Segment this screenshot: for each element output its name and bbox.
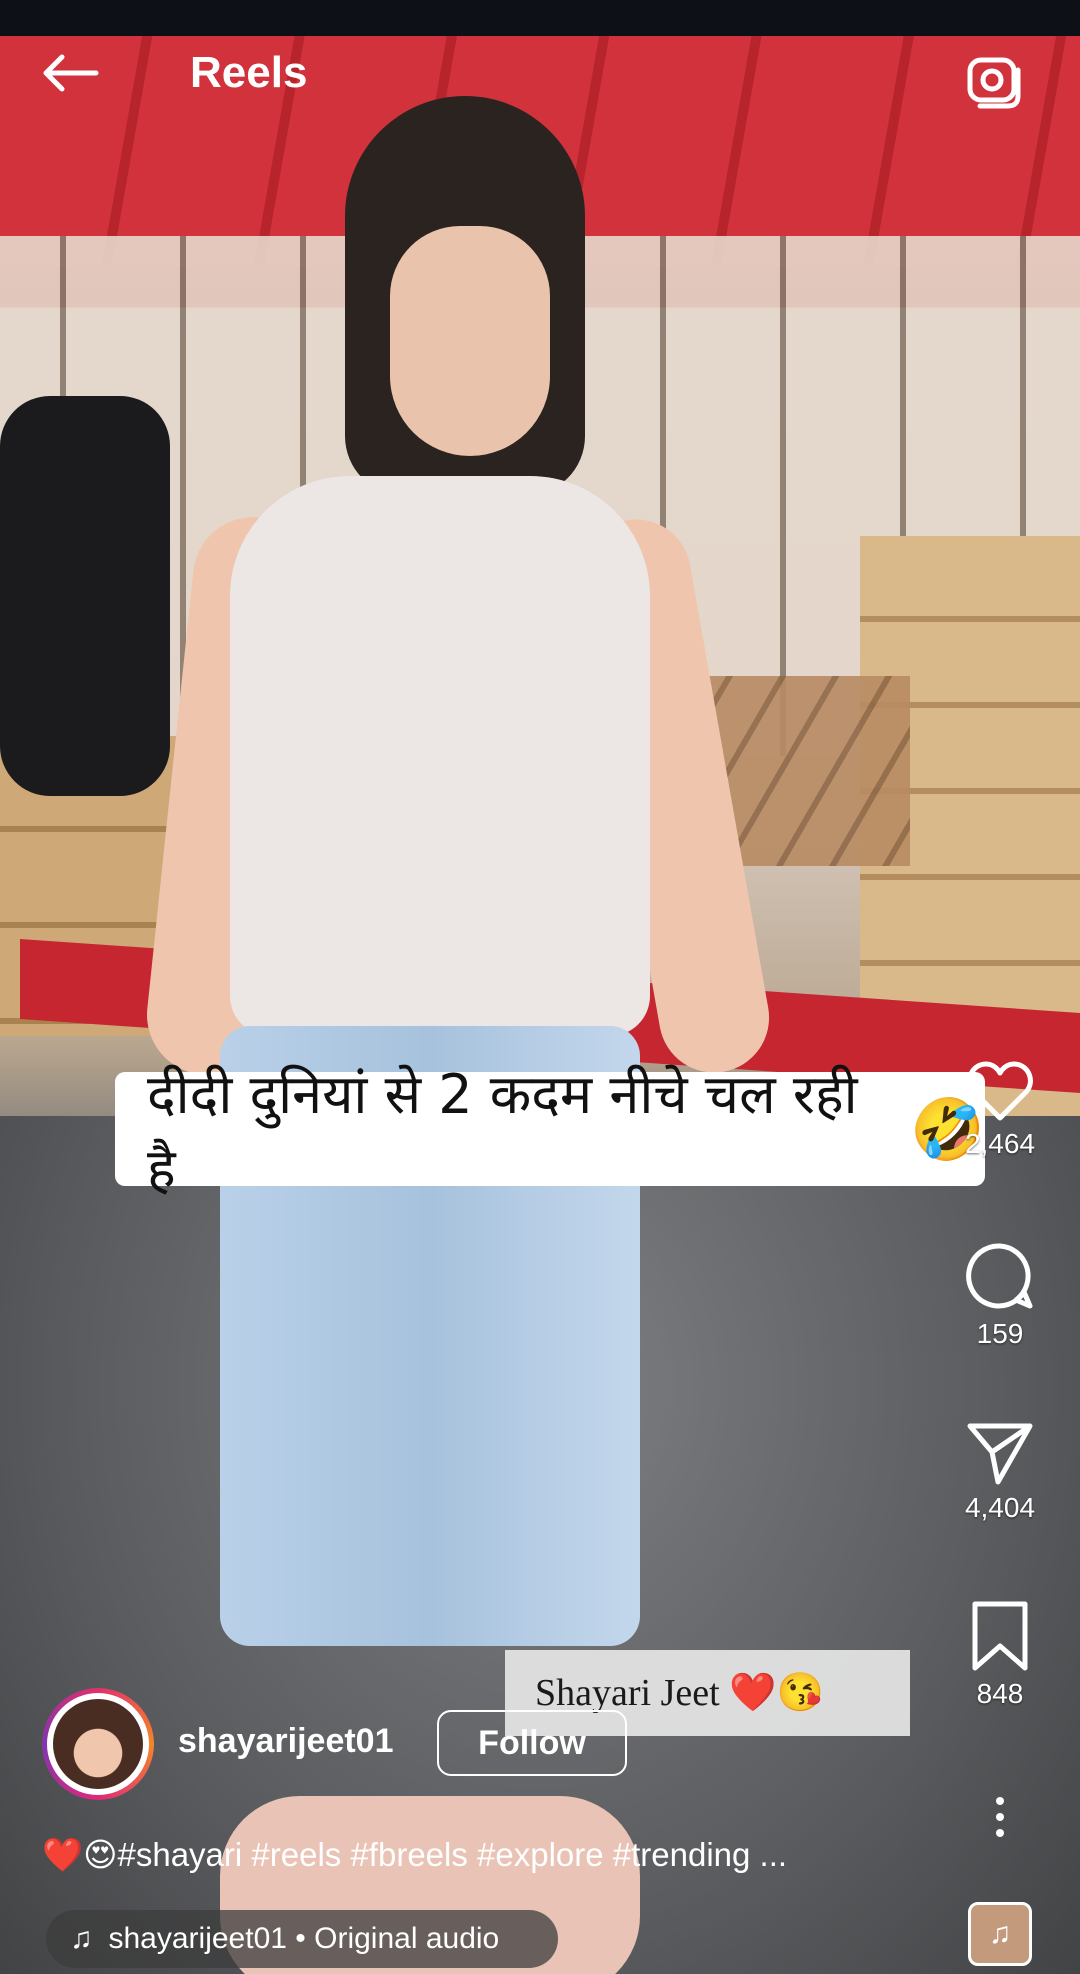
comment-button[interactable]: 159 [940,1240,1060,1350]
like-button[interactable]: 2,464 [940,1060,1060,1160]
more-vertical-icon [996,1797,1004,1837]
audio-thumbnail[interactable]: ♫ [968,1902,1032,1966]
username-link[interactable]: shayarijeet01 [178,1722,394,1761]
camera-icon[interactable] [962,50,1026,110]
audio-text: shayarijeet01 • Original audio [108,1922,500,1955]
follow-button[interactable]: Follow [437,1710,627,1776]
avatar[interactable] [42,1688,154,1800]
music-note-icon: ♫ [70,1922,93,1955]
description-emoji: ❤️😍 [42,1835,118,1874]
caption-text: दीदी दुनियां से 2 कदम नीचे चल रही है [147,1063,858,1200]
reels-header: Reels [0,28,1080,118]
heart-icon [967,1061,1033,1121]
more-options-button[interactable] [940,1795,1060,1839]
bystander [0,396,170,796]
share-count: 4,404 [964,1492,1036,1523]
save-count: 848 [976,1678,1024,1709]
page-title: Reels [190,48,308,97]
save-button[interactable]: 848 [940,1600,1060,1710]
share-button[interactable]: 4,404 [940,1420,1060,1524]
music-note-icon: ♫ [988,1917,1012,1950]
arrow-left-icon[interactable] [40,53,100,93]
audio-attribution[interactable]: ♫ shayarijeet01 • Original audio [46,1910,558,1968]
watermark-text: Shayari Jeet ❤️😘 [535,1672,824,1714]
bookmark-icon [972,1601,1028,1671]
description-text: #shayari #reels #fbreels #explore #trend… [117,1836,788,1873]
send-icon [967,1423,1033,1485]
comment-icon [966,1243,1033,1309]
post-description[interactable]: ❤️😍#shayari #reels #fbreels #explore #tr… [42,1835,787,1875]
comment-count: 159 [976,1318,1024,1349]
video-caption-overlay: दीदी दुनियां से 2 कदम नीचे चल रही है 🤣 [115,1063,985,1200]
like-count: 2,464 [964,1128,1036,1159]
